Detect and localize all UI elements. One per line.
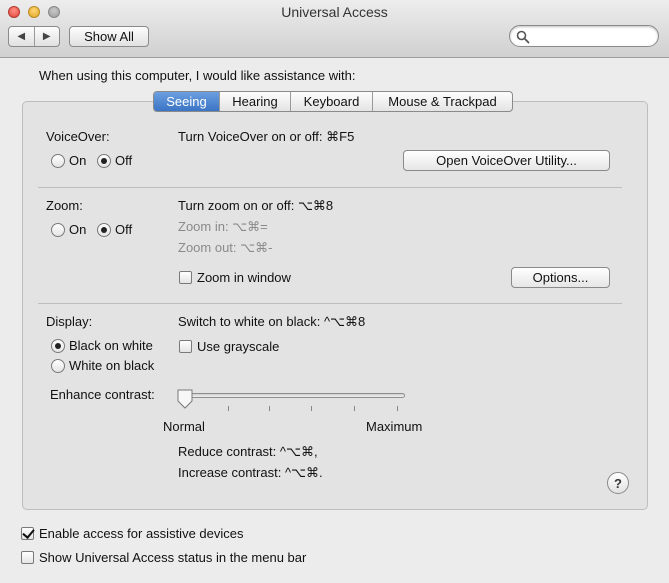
radio-label: White on black <box>69 358 155 373</box>
checkbox-label: Zoom in window <box>197 270 291 285</box>
checkbox-icon <box>21 527 34 540</box>
forward-arrow-icon: ▶ <box>42 31 51 42</box>
white-on-black-radio[interactable]: White on black <box>51 358 154 373</box>
use-grayscale-checkbox[interactable]: Use grayscale <box>179 339 279 354</box>
tab-seeing[interactable]: Seeing <box>154 92 219 111</box>
section-divider <box>38 187 622 188</box>
checkbox-label: Use grayscale <box>197 339 280 354</box>
search-field[interactable] <box>509 25 659 47</box>
slider-tick <box>397 406 398 411</box>
zoom-label: Zoom: <box>46 198 83 213</box>
enable-assistive-devices-checkbox[interactable]: Enable access for assistive devices <box>21 526 243 541</box>
back-forward-control: ◀ ▶ <box>8 26 60 47</box>
zoom-in-window-checkbox[interactable]: Zoom in window <box>179 270 291 285</box>
contrast-min-label: Normal <box>163 419 205 434</box>
show-all-button[interactable]: Show All <box>69 26 149 47</box>
contrast-slider-knob[interactable] <box>176 389 194 409</box>
radio-label: On <box>69 222 87 237</box>
radio-label: Off <box>115 222 133 237</box>
zoom-out-shortcut-text: Zoom out: ⌥⌘- <box>178 240 273 255</box>
slider-tick <box>354 406 355 411</box>
radio-label: Black on white <box>69 338 153 353</box>
slider-tick <box>269 406 270 411</box>
enhance-contrast-label: Enhance contrast: <box>50 387 155 402</box>
tab-bar: Seeing Hearing Keyboard Mouse & Trackpad <box>153 91 513 112</box>
tab-mouse-trackpad[interactable]: Mouse & Trackpad <box>372 92 512 111</box>
section-divider <box>38 303 622 304</box>
help-button[interactable]: ? <box>607 472 629 494</box>
checkbox-label: Enable access for assistive devices <box>39 526 244 541</box>
checkbox-label: Show Universal Access status in the menu… <box>39 550 307 565</box>
radio-icon <box>97 222 111 237</box>
zoom-on-radio[interactable]: On <box>51 222 86 237</box>
tab-keyboard[interactable]: Keyboard <box>290 92 372 111</box>
radio-icon <box>97 153 111 168</box>
zoom-in-shortcut-text: Zoom in: ⌥⌘= <box>178 219 268 234</box>
checkbox-icon <box>179 271 192 284</box>
contrast-max-label: Maximum <box>366 419 423 434</box>
search-input[interactable] <box>532 28 652 44</box>
invert-shortcut-text: Switch to white on black: ^⌥⌘8 <box>178 314 366 329</box>
voiceover-off-radio[interactable]: Off <box>97 153 132 168</box>
contrast-slider-track[interactable] <box>181 393 405 398</box>
voiceover-label: VoiceOver: <box>46 129 110 144</box>
open-voiceover-utility-button[interactable]: Open VoiceOver Utility... <box>403 150 610 171</box>
checkbox-icon <box>21 551 34 564</box>
zoom-shortcut-text: Turn zoom on or off: ⌥⌘8 <box>178 198 334 213</box>
increase-contrast-shortcut-text: Increase contrast: ^⌥⌘. <box>178 465 323 480</box>
radio-icon <box>51 358 65 373</box>
radio-label: On <box>69 153 87 168</box>
back-arrow-icon: ◀ <box>17 31 26 42</box>
window-title: Universal Access <box>281 4 388 20</box>
radio-label: Off <box>115 153 133 168</box>
slider-tick <box>228 406 229 411</box>
radio-icon <box>51 222 65 237</box>
tab-hearing[interactable]: Hearing <box>219 92 290 111</box>
search-icon <box>516 30 530 44</box>
help-icon: ? <box>614 475 622 491</box>
black-on-white-radio[interactable]: Black on white <box>51 338 153 353</box>
display-label: Display: <box>46 314 93 329</box>
voiceover-shortcut-text: Turn VoiceOver on or off: ⌘F5 <box>178 129 355 144</box>
forward-button[interactable]: ▶ <box>33 27 60 46</box>
titlebar: Universal Access ◀ ▶ Show All <box>0 0 669 58</box>
back-button[interactable]: ◀ <box>9 27 34 46</box>
preferences-window: Universal Access ◀ ▶ Show All When using… <box>0 0 669 583</box>
zoom-off-radio[interactable]: Off <box>97 222 132 237</box>
slider-tick <box>311 406 312 411</box>
radio-icon <box>51 338 65 353</box>
checkbox-icon <box>179 340 192 353</box>
show-status-menu-bar-checkbox[interactable]: Show Universal Access status in the menu… <box>21 550 306 565</box>
voiceover-on-radio[interactable]: On <box>51 153 86 168</box>
reduce-contrast-shortcut-text: Reduce contrast: ^⌥⌘, <box>178 444 318 459</box>
radio-icon <box>51 153 65 168</box>
zoom-options-button[interactable]: Options... <box>511 267 610 288</box>
intro-text: When using this computer, I would like a… <box>39 68 356 83</box>
